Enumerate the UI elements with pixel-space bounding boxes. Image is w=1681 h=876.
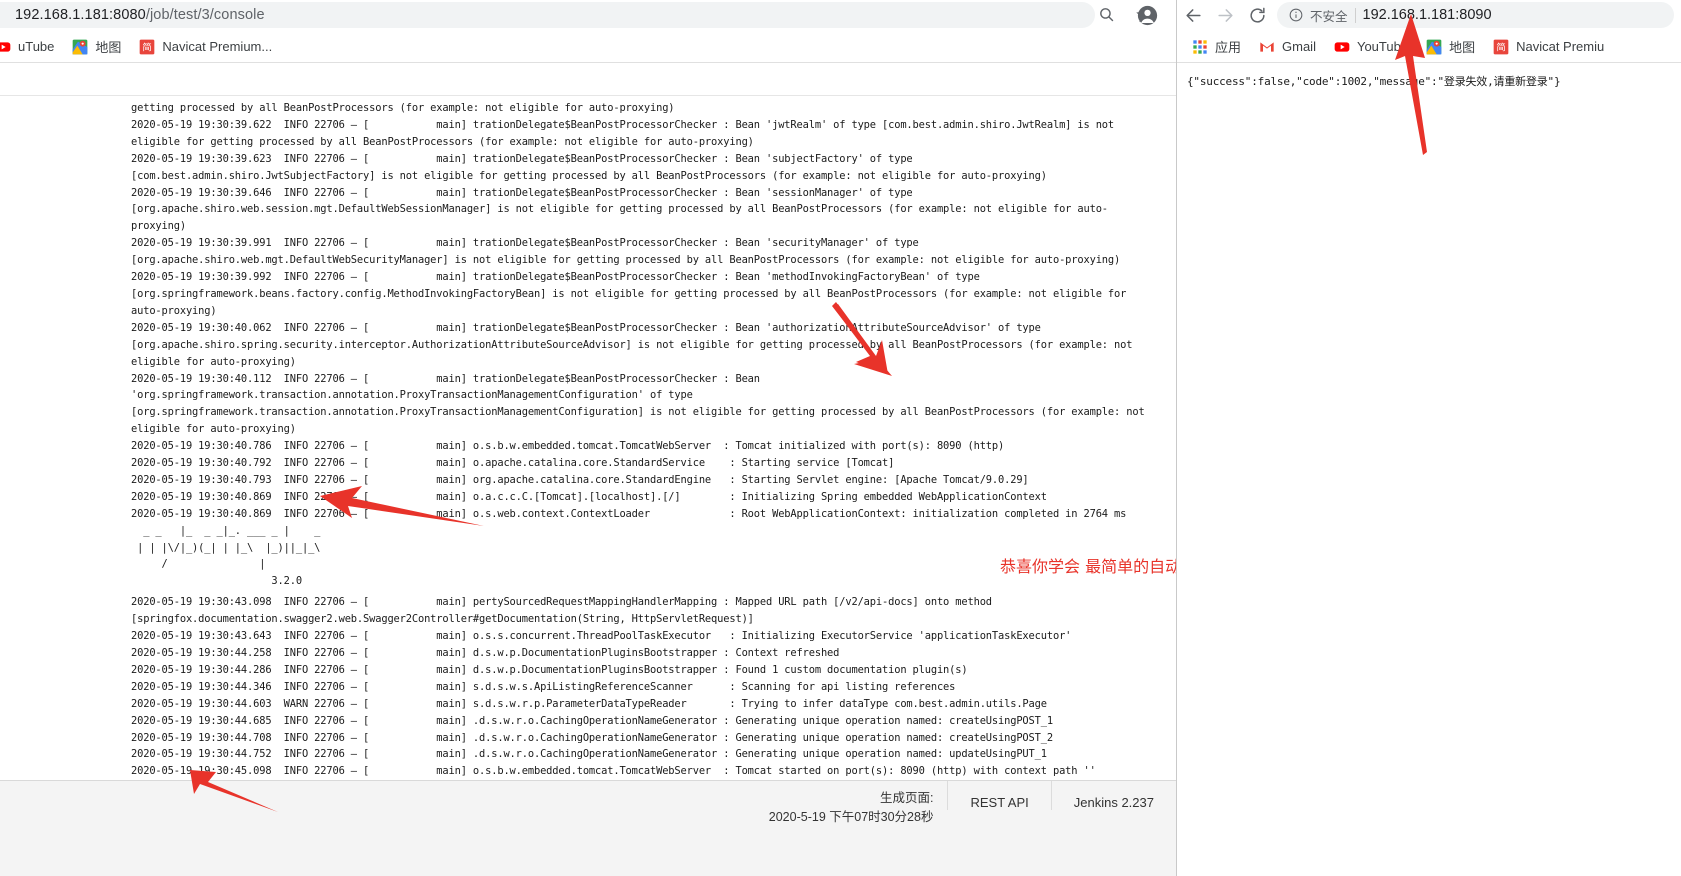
- youtube-icon: [1334, 41, 1350, 52]
- bookmark-label: YouTube: [1356, 39, 1409, 54]
- bookmark-maps[interactable]: 地图: [1417, 34, 1484, 59]
- congratulation-annotation: 恭喜你学会 最简单的自动发布: [1000, 557, 1176, 576]
- rest-api-link[interactable]: REST API: [947, 781, 1050, 810]
- left-bookmarks-bar: uTube 地图 简 Navicat Premium...: [0, 31, 1176, 63]
- bookmark-label: 应用: [1215, 40, 1242, 55]
- page-header-strip: [0, 63, 1176, 96]
- right-browser-window: 不安全 192.168.1.181:8090 应用 Gmail YouTube …: [1176, 0, 1681, 876]
- right-url-text: 192.168.1.181:8090: [1362, 7, 1492, 23]
- left-browser-window: 192.168.1.181:8080/job/test/3/console uT…: [0, 0, 1176, 876]
- left-omnibox-row: 192.168.1.181:8080/job/test/3/console: [0, 0, 1176, 30]
- forward-arrow-icon[interactable]: [1209, 0, 1241, 30]
- bookmark-label: uTube: [18, 39, 55, 54]
- svg-text:简: 简: [1496, 41, 1505, 53]
- bookmark-apps[interactable]: 应用: [1183, 34, 1250, 59]
- youtube-icon: [0, 41, 11, 52]
- jenkins-version-label: Jenkins 2.237: [1050, 781, 1176, 810]
- bookmark-label: Navicat Premiu: [1516, 39, 1605, 54]
- bookmark-youtube[interactable]: YouTube: [1325, 36, 1417, 58]
- right-address-bar[interactable]: 不安全 192.168.1.181:8090: [1277, 2, 1674, 28]
- omnibox-divider: [1354, 7, 1356, 23]
- right-page-body: {"success":false,"code":1002,"message":"…: [1177, 63, 1681, 876]
- page-generated-label: 生成页面:: [879, 791, 934, 805]
- bookmark-navicat[interactable]: 简 Navicat Premium...: [130, 36, 281, 58]
- bookmark-navicat[interactable]: 简 Navicat Premiu: [1484, 36, 1613, 58]
- right-toolbar: 不安全 192.168.1.181:8090: [1177, 0, 1681, 30]
- bookmark-label: Navicat Premium...: [162, 39, 273, 54]
- bookmark-maps[interactable]: 地图: [63, 34, 130, 59]
- profile-avatar[interactable]: [1137, 5, 1158, 26]
- page-generated-info: 生成页面: 2020-5-19 下午07时30分28秒: [769, 781, 948, 827]
- search-icon[interactable]: [1096, 4, 1116, 24]
- svg-text:简: 简: [143, 41, 152, 53]
- bookmark-label: 地图: [95, 40, 122, 55]
- console-log-block-1: getting processed by all BeanPostProcess…: [131, 102, 1145, 520]
- bookmark-label: Gmail: [1282, 39, 1316, 54]
- bookmark-youtube[interactable]: uTube: [0, 36, 63, 58]
- apps-grid-icon: [1193, 39, 1207, 54]
- left-address-bar[interactable]: 192.168.1.181:8080/job/test/3/console: [0, 2, 1095, 28]
- info-circle-icon[interactable]: [1289, 8, 1303, 22]
- navicat-icon: 简: [140, 39, 155, 54]
- jenkins-status-bar: 生成页面: 2020-5-19 下午07时30分28秒 REST API Jen…: [0, 780, 1176, 876]
- left-url-text: 192.168.1.181:8080/job/test/3/console: [15, 7, 265, 23]
- gmail-icon: [1260, 41, 1274, 52]
- google-maps-icon: [1426, 39, 1442, 54]
- json-response-text: {"success":false,"code":1002,"message":"…: [1187, 75, 1561, 88]
- reload-icon[interactable]: [1241, 0, 1273, 30]
- console-log-block-2: 2020-05-19 19:30:43.098 INFO 22706 — [ m…: [131, 596, 1096, 778]
- google-maps-icon: [73, 39, 88, 54]
- not-secure-label: 不安全: [1310, 9, 1348, 24]
- page-generated-time: 2020-5-19 下午07时30分28秒: [768, 810, 934, 824]
- right-bookmarks-bar: 应用 Gmail YouTube 地图 简 Navicat Premiu: [1177, 31, 1681, 63]
- bookmark-label: 地图: [1449, 40, 1476, 55]
- screenshot-root: 192.168.1.181:8080/job/test/3/console uT…: [0, 0, 1681, 876]
- back-arrow-icon[interactable]: [1177, 0, 1209, 30]
- jenkins-console-output[interactable]: getting processed by all BeanPostProcess…: [0, 96, 1176, 780]
- navicat-icon: 简: [1493, 39, 1509, 54]
- bookmark-gmail[interactable]: Gmail: [1250, 36, 1325, 58]
